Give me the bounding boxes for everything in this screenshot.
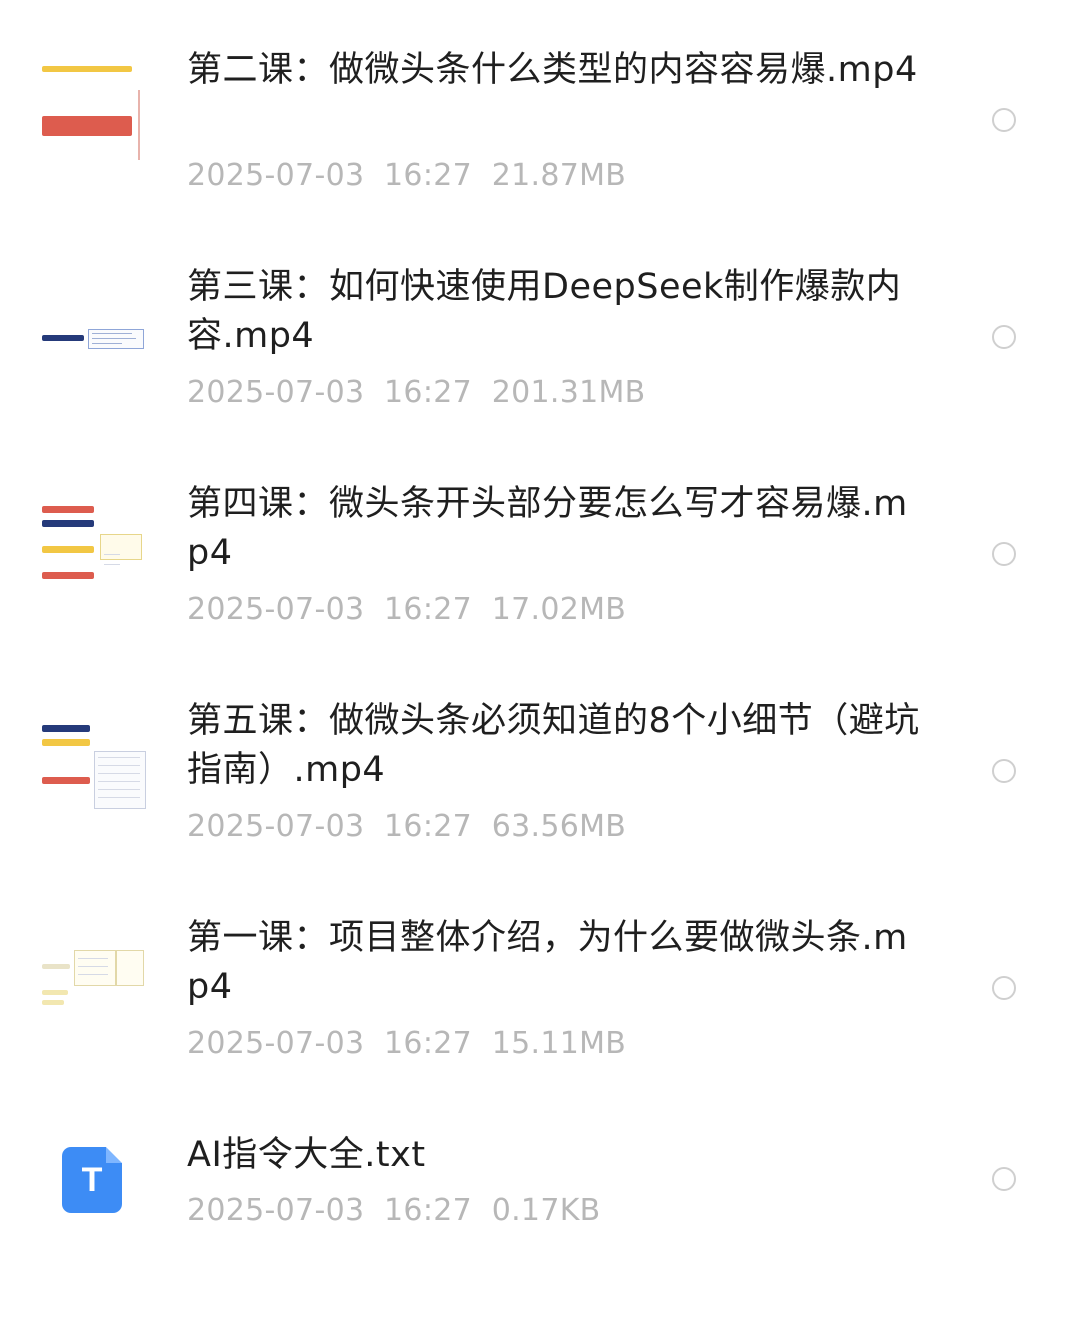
file-time: 16:27 <box>384 375 473 410</box>
file-size: 21.87MB <box>491 158 627 193</box>
file-size: 17.02MB <box>491 592 627 627</box>
select-radio[interactable] <box>992 108 1016 132</box>
file-name: 第二课：做微头条什么类型的内容容易爆.mp4 <box>187 50 918 90</box>
select-radio[interactable] <box>992 976 1016 1000</box>
file-row-lesson-1[interactable]: 第一课：项目整体介绍，为什么要做微头条.mp4 2025-07-03 16:27… <box>0 898 1080 1108</box>
select-radio[interactable] <box>992 759 1016 783</box>
text-file-icon: T <box>62 1147 122 1213</box>
file-name: 第一课：项目整体介绍，为什么要做微头条.mp4 <box>187 918 908 1007</box>
file-time: 16:27 <box>384 1026 473 1061</box>
file-size: 15.11MB <box>491 1026 627 1061</box>
file-meta: 2025-07-03 16:27 0.17KB <box>187 1193 601 1229</box>
file-size: 0.17KB <box>491 1193 601 1228</box>
select-radio[interactable] <box>992 542 1016 566</box>
text-file-icon-letter: T <box>81 1161 103 1199</box>
file-row-lesson-5[interactable]: 第五课：做微头条必须知道的8个小细节（避坑指南）.mp4 2025-07-03 … <box>0 681 1080 891</box>
video-thumbnail <box>38 928 146 1038</box>
file-row-ai-prompts[interactable]: T AI指令大全.txt 2025-07-03 16:27 0.17KB <box>0 1115 1080 1325</box>
file-row-lesson-3[interactable]: 第三课：如何快速使用DeepSeek制作爆款内容.mp4 2025-07-03 … <box>0 247 1080 457</box>
file-time: 16:27 <box>384 809 473 844</box>
file-row-lesson-2[interactable]: 第二课：做微头条什么类型的内容容易爆.mp4 2025-07-03 16:27 … <box>0 30 1080 240</box>
file-row-lesson-4[interactable]: 第四课：微头条开头部分要怎么写才容易爆.mp4 2025-07-03 16:27… <box>0 464 1080 674</box>
file-name: AI指令大全.txt <box>187 1135 426 1175</box>
file-meta: 2025-07-03 16:27 21.87MB <box>187 158 626 194</box>
file-name: 第四课：微头条开头部分要怎么写才容易爆.mp4 <box>187 484 908 573</box>
file-date: 2025-07-03 <box>187 592 365 627</box>
file-list: 第二课：做微头条什么类型的内容容易爆.mp4 2025-07-03 16:27 … <box>0 0 1080 1269</box>
file-meta: 2025-07-03 16:27 17.02MB <box>187 592 626 628</box>
file-meta: 2025-07-03 16:27 15.11MB <box>187 1026 626 1062</box>
file-date: 2025-07-03 <box>187 809 365 844</box>
file-meta: 2025-07-03 16:27 63.56MB <box>187 809 626 845</box>
file-date: 2025-07-03 <box>187 375 365 410</box>
file-time: 16:27 <box>384 592 473 627</box>
file-size: 201.31MB <box>491 375 646 410</box>
file-name: 第三课：如何快速使用DeepSeek制作爆款内容.mp4 <box>187 267 902 356</box>
file-date: 2025-07-03 <box>187 158 365 193</box>
file-time: 16:27 <box>384 158 473 193</box>
select-radio[interactable] <box>992 1167 1016 1191</box>
video-thumbnail <box>38 494 146 604</box>
video-thumbnail <box>38 711 146 821</box>
select-radio[interactable] <box>992 325 1016 349</box>
file-time: 16:27 <box>384 1193 473 1228</box>
file-name: 第五课：做微头条必须知道的8个小细节（避坑指南）.mp4 <box>187 701 920 790</box>
video-thumbnail <box>38 277 146 387</box>
file-date: 2025-07-03 <box>187 1026 365 1061</box>
file-date: 2025-07-03 <box>187 1193 365 1228</box>
file-meta: 2025-07-03 16:27 201.31MB <box>187 375 646 411</box>
file-size: 63.56MB <box>491 809 627 844</box>
video-thumbnail <box>38 50 146 160</box>
